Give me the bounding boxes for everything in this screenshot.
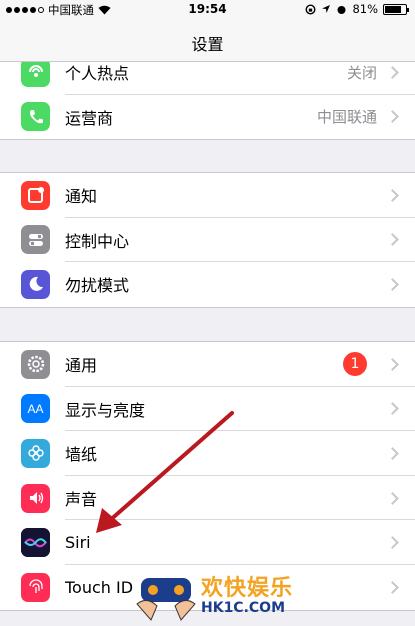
- settings-row-phone[interactable]: 运营商 中国联通: [0, 95, 415, 140]
- row-label: 通用: [65, 356, 98, 376]
- settings-row-sound[interactable]: 声音: [0, 476, 415, 521]
- notification-icon: [21, 180, 50, 210]
- settings-row-control-center[interactable]: 控制中心: [0, 218, 415, 263]
- phone-icon: [21, 102, 50, 132]
- alarm-icon: [337, 5, 346, 14]
- settings-row-moon[interactable]: 勿扰模式: [0, 262, 415, 307]
- row-label: 运营商: [65, 108, 114, 128]
- battery-percent: 81%: [352, 2, 378, 16]
- battery-level: [385, 5, 402, 13]
- chevron-right-icon: [386, 536, 399, 550]
- chevron-right-icon: [386, 110, 399, 124]
- row-label: 墙纸: [65, 445, 98, 465]
- status-right: 81%: [305, 2, 409, 16]
- chevron-right-icon: [386, 233, 399, 247]
- settings-row-siri[interactable]: Siri: [0, 520, 415, 565]
- row-label: Siri: [65, 533, 91, 553]
- status-bar: 中国联通 19:54 81%: [0, 0, 415, 18]
- chevron-right-icon: [386, 580, 399, 594]
- hotspot-icon: [21, 57, 50, 87]
- settings-group-notifications: 通知控制中心勿扰模式: [0, 172, 415, 308]
- chevron-right-icon: [386, 402, 399, 416]
- row-value: 关闭: [346, 63, 377, 82]
- row-label: 个人热点: [65, 64, 130, 84]
- location-icon: [322, 5, 331, 13]
- settings-row-notification[interactable]: 通知: [0, 173, 415, 218]
- chevron-right-icon: [386, 278, 399, 291]
- chevron-right-icon: [386, 65, 399, 79]
- rotation-lock-icon: [305, 3, 316, 15]
- navigation-bar: 设置: [0, 18, 415, 62]
- gear-icon: [21, 349, 50, 379]
- settings-group-network: 个人热点 关闭运营商 中国联通: [0, 49, 415, 141]
- page-title: 设置: [191, 35, 224, 54]
- siri-icon: [21, 528, 50, 558]
- settings-row-wallpaper[interactable]: 墙纸: [0, 431, 415, 476]
- fingerprint-icon: [21, 572, 50, 602]
- row-label: 声音: [65, 490, 98, 510]
- display-icon: AA: [21, 394, 50, 424]
- settings-row-display[interactable]: AA 显示与亮度: [0, 387, 415, 432]
- battery-icon: [383, 3, 409, 15]
- watermark-logo: 欢快娱乐 HK1C.COM: [133, 566, 303, 624]
- chevron-right-icon: [386, 447, 399, 460]
- chevron-right-icon: [386, 357, 399, 371]
- settings-row-gear[interactable]: 通用 1: [0, 342, 415, 387]
- chevron-right-icon: [386, 491, 399, 505]
- watermark-url: HK1C.COM: [201, 600, 286, 616]
- row-label: 勿扰模式: [65, 276, 130, 296]
- row-value: 中国联通: [316, 108, 377, 127]
- sound-icon: [21, 483, 50, 513]
- watermark-title: 欢快娱乐: [201, 576, 294, 601]
- row-label: 通知: [65, 187, 98, 207]
- row-label: 控制中心: [65, 231, 130, 251]
- row-label: 显示与亮度: [65, 400, 146, 420]
- control-center-icon: [21, 225, 50, 255]
- moon-icon: [21, 269, 50, 299]
- row-label: Touch ID: [65, 577, 134, 597]
- wallpaper-icon: [21, 438, 50, 468]
- chevron-right-icon: [386, 188, 399, 202]
- gamepad-icon: [136, 578, 196, 621]
- update-badge: 1: [343, 352, 367, 377]
